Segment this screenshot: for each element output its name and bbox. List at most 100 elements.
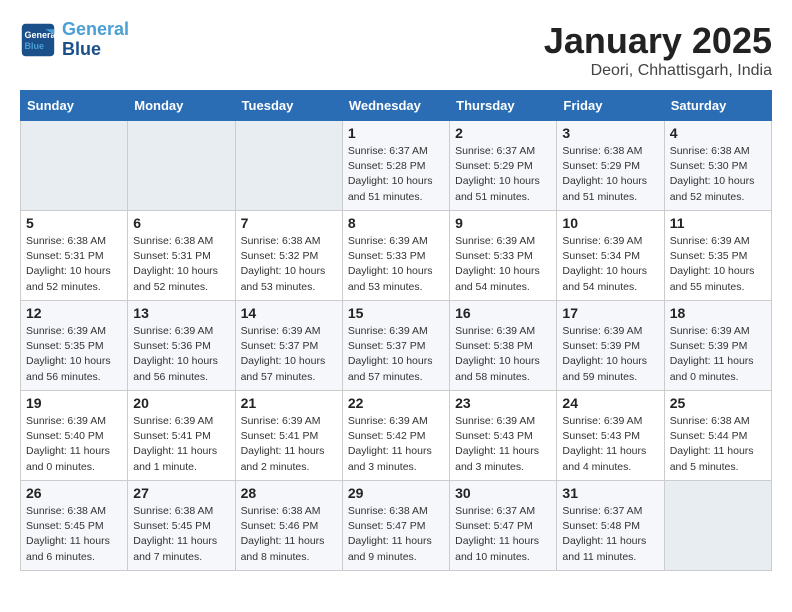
day-number: 30 bbox=[455, 485, 551, 501]
day-info: Sunrise: 6:38 AM Sunset: 5:32 PM Dayligh… bbox=[241, 234, 337, 295]
day-info: Sunrise: 6:39 AM Sunset: 5:35 PM Dayligh… bbox=[670, 234, 766, 295]
calendar-week-row: 1Sunrise: 6:37 AM Sunset: 5:28 PM Daylig… bbox=[21, 121, 772, 211]
calendar-cell: 24 Sunrise: 6:39 AM Sunset: 5:43 PM Dayli… bbox=[557, 391, 664, 481]
calendar-cell: 7 Sunrise: 6:38 AM Sunset: 5:32 PM Daylig… bbox=[235, 211, 342, 301]
day-number: 23 bbox=[455, 395, 551, 411]
calendar-cell: 6 Sunrise: 6:38 AM Sunset: 5:31 PM Daylig… bbox=[128, 211, 235, 301]
calendar-cell: 19 Sunrise: 6:39 AM Sunset: 5:40 PM Dayli… bbox=[21, 391, 128, 481]
weekday-header: Saturday bbox=[664, 91, 771, 121]
logo-text: GeneralBlue bbox=[62, 20, 129, 60]
day-info: Sunrise: 6:39 AM Sunset: 5:41 PM Dayligh… bbox=[241, 414, 337, 475]
day-number: 31 bbox=[562, 485, 658, 501]
day-number: 24 bbox=[562, 395, 658, 411]
day-info: Sunrise: 6:38 AM Sunset: 5:31 PM Dayligh… bbox=[26, 234, 122, 295]
calendar-cell: 15 Sunrise: 6:39 AM Sunset: 5:37 PM Dayli… bbox=[342, 301, 449, 391]
calendar-cell: 16 Sunrise: 6:39 AM Sunset: 5:38 PM Dayli… bbox=[450, 301, 557, 391]
day-number: 8 bbox=[348, 215, 444, 231]
calendar-cell: 18Sunrise: 6:39 AM Sunset: 5:39 PM Dayli… bbox=[664, 301, 771, 391]
weekday-header: Thursday bbox=[450, 91, 557, 121]
day-number: 15 bbox=[348, 305, 444, 321]
day-info: Sunrise: 6:39 AM Sunset: 5:34 PM Dayligh… bbox=[562, 234, 658, 295]
calendar-cell: 20Sunrise: 6:39 AM Sunset: 5:41 PM Dayli… bbox=[128, 391, 235, 481]
calendar-table: SundayMondayTuesdayWednesdayThursdayFrid… bbox=[20, 90, 772, 571]
day-number: 2 bbox=[455, 125, 551, 141]
calendar-week-row: 5 Sunrise: 6:38 AM Sunset: 5:31 PM Daylig… bbox=[21, 211, 772, 301]
day-info: Sunrise: 6:39 AM Sunset: 5:43 PM Dayligh… bbox=[562, 414, 658, 475]
day-number: 22 bbox=[348, 395, 444, 411]
day-number: 27 bbox=[133, 485, 229, 501]
day-info: Sunrise: 6:38 AM Sunset: 5:45 PM Dayligh… bbox=[26, 504, 122, 565]
calendar-cell: 28Sunrise: 6:38 AM Sunset: 5:46 PM Dayli… bbox=[235, 481, 342, 571]
day-number: 10 bbox=[562, 215, 658, 231]
weekday-header: Sunday bbox=[21, 91, 128, 121]
logo-icon: General Blue bbox=[20, 22, 56, 58]
day-number: 29 bbox=[348, 485, 444, 501]
calendar-cell: 11 Sunrise: 6:39 AM Sunset: 5:35 PM Dayli… bbox=[664, 211, 771, 301]
day-info: Sunrise: 6:39 AM Sunset: 5:40 PM Dayligh… bbox=[26, 414, 122, 475]
calendar-cell: 17 Sunrise: 6:39 AM Sunset: 5:39 PM Dayli… bbox=[557, 301, 664, 391]
day-info: Sunrise: 6:39 AM Sunset: 5:36 PM Dayligh… bbox=[133, 324, 229, 385]
day-number: 25 bbox=[670, 395, 766, 411]
day-info: Sunrise: 6:39 AM Sunset: 5:35 PM Dayligh… bbox=[26, 324, 122, 385]
day-info: Sunrise: 6:39 AM Sunset: 5:37 PM Dayligh… bbox=[348, 324, 444, 385]
svg-text:Blue: Blue bbox=[25, 41, 45, 51]
calendar-cell: 3Sunrise: 6:38 AM Sunset: 5:29 PM Daylig… bbox=[557, 121, 664, 211]
day-number: 18 bbox=[670, 305, 766, 321]
calendar-cell: 30Sunrise: 6:37 AM Sunset: 5:47 PM Dayli… bbox=[450, 481, 557, 571]
calendar-cell: 13 Sunrise: 6:39 AM Sunset: 5:36 PM Dayli… bbox=[128, 301, 235, 391]
day-info: Sunrise: 6:39 AM Sunset: 5:43 PM Dayligh… bbox=[455, 414, 551, 475]
calendar-cell: 27Sunrise: 6:38 AM Sunset: 5:45 PM Dayli… bbox=[128, 481, 235, 571]
day-info: Sunrise: 6:38 AM Sunset: 5:29 PM Dayligh… bbox=[562, 144, 658, 205]
day-number: 4 bbox=[670, 125, 766, 141]
day-number: 11 bbox=[670, 215, 766, 231]
calendar-cell: 26 Sunrise: 6:38 AM Sunset: 5:45 PM Dayli… bbox=[21, 481, 128, 571]
day-info: Sunrise: 6:39 AM Sunset: 5:42 PM Dayligh… bbox=[348, 414, 444, 475]
calendar-cell: 5 Sunrise: 6:38 AM Sunset: 5:31 PM Daylig… bbox=[21, 211, 128, 301]
day-number: 12 bbox=[26, 305, 122, 321]
day-number: 7 bbox=[241, 215, 337, 231]
weekday-header: Tuesday bbox=[235, 91, 342, 121]
day-number: 14 bbox=[241, 305, 337, 321]
day-info: Sunrise: 6:38 AM Sunset: 5:31 PM Dayligh… bbox=[133, 234, 229, 295]
day-info: Sunrise: 6:38 AM Sunset: 5:47 PM Dayligh… bbox=[348, 504, 444, 565]
calendar-cell: 14 Sunrise: 6:39 AM Sunset: 5:37 PM Dayli… bbox=[235, 301, 342, 391]
weekday-header: Monday bbox=[128, 91, 235, 121]
calendar-week-row: 19 Sunrise: 6:39 AM Sunset: 5:40 PM Dayli… bbox=[21, 391, 772, 481]
logo: General Blue GeneralBlue bbox=[20, 20, 129, 60]
day-number: 17 bbox=[562, 305, 658, 321]
day-info: Sunrise: 6:39 AM Sunset: 5:37 PM Dayligh… bbox=[241, 324, 337, 385]
calendar-cell: 12 Sunrise: 6:39 AM Sunset: 5:35 PM Dayli… bbox=[21, 301, 128, 391]
day-info: Sunrise: 6:39 AM Sunset: 5:38 PM Dayligh… bbox=[455, 324, 551, 385]
weekday-header: Wednesday bbox=[342, 91, 449, 121]
day-info: Sunrise: 6:39 AM Sunset: 5:33 PM Dayligh… bbox=[455, 234, 551, 295]
day-number: 28 bbox=[241, 485, 337, 501]
calendar-cell: 25Sunrise: 6:38 AM Sunset: 5:44 PM Dayli… bbox=[664, 391, 771, 481]
calendar-cell: 22 Sunrise: 6:39 AM Sunset: 5:42 PM Dayli… bbox=[342, 391, 449, 481]
calendar-cell: 29 Sunrise: 6:38 AM Sunset: 5:47 PM Dayli… bbox=[342, 481, 449, 571]
calendar-week-row: 26 Sunrise: 6:38 AM Sunset: 5:45 PM Dayli… bbox=[21, 481, 772, 571]
calendar-cell bbox=[21, 121, 128, 211]
page-header: General Blue GeneralBlue January 2025 De… bbox=[20, 20, 772, 80]
day-number: 26 bbox=[26, 485, 122, 501]
weekday-header-row: SundayMondayTuesdayWednesdayThursdayFrid… bbox=[21, 91, 772, 121]
day-info: Sunrise: 6:39 AM Sunset: 5:39 PM Dayligh… bbox=[562, 324, 658, 385]
day-number: 13 bbox=[133, 305, 229, 321]
calendar-cell bbox=[128, 121, 235, 211]
day-info: Sunrise: 6:39 AM Sunset: 5:33 PM Dayligh… bbox=[348, 234, 444, 295]
day-number: 5 bbox=[26, 215, 122, 231]
calendar-cell: 21 Sunrise: 6:39 AM Sunset: 5:41 PM Dayli… bbox=[235, 391, 342, 481]
day-number: 6 bbox=[133, 215, 229, 231]
day-info: Sunrise: 6:38 AM Sunset: 5:30 PM Dayligh… bbox=[670, 144, 766, 205]
location-title: Deori, Chhattisgarh, India bbox=[544, 62, 772, 80]
calendar-cell: 4 Sunrise: 6:38 AM Sunset: 5:30 PM Daylig… bbox=[664, 121, 771, 211]
calendar-cell: 31 Sunrise: 6:37 AM Sunset: 5:48 PM Dayli… bbox=[557, 481, 664, 571]
calendar-cell bbox=[664, 481, 771, 571]
day-number: 19 bbox=[26, 395, 122, 411]
day-info: Sunrise: 6:37 AM Sunset: 5:48 PM Dayligh… bbox=[562, 504, 658, 565]
day-number: 16 bbox=[455, 305, 551, 321]
day-number: 1 bbox=[348, 125, 444, 141]
weekday-header: Friday bbox=[557, 91, 664, 121]
day-number: 21 bbox=[241, 395, 337, 411]
calendar-cell bbox=[235, 121, 342, 211]
calendar-cell: 2Sunrise: 6:37 AM Sunset: 5:29 PM Daylig… bbox=[450, 121, 557, 211]
